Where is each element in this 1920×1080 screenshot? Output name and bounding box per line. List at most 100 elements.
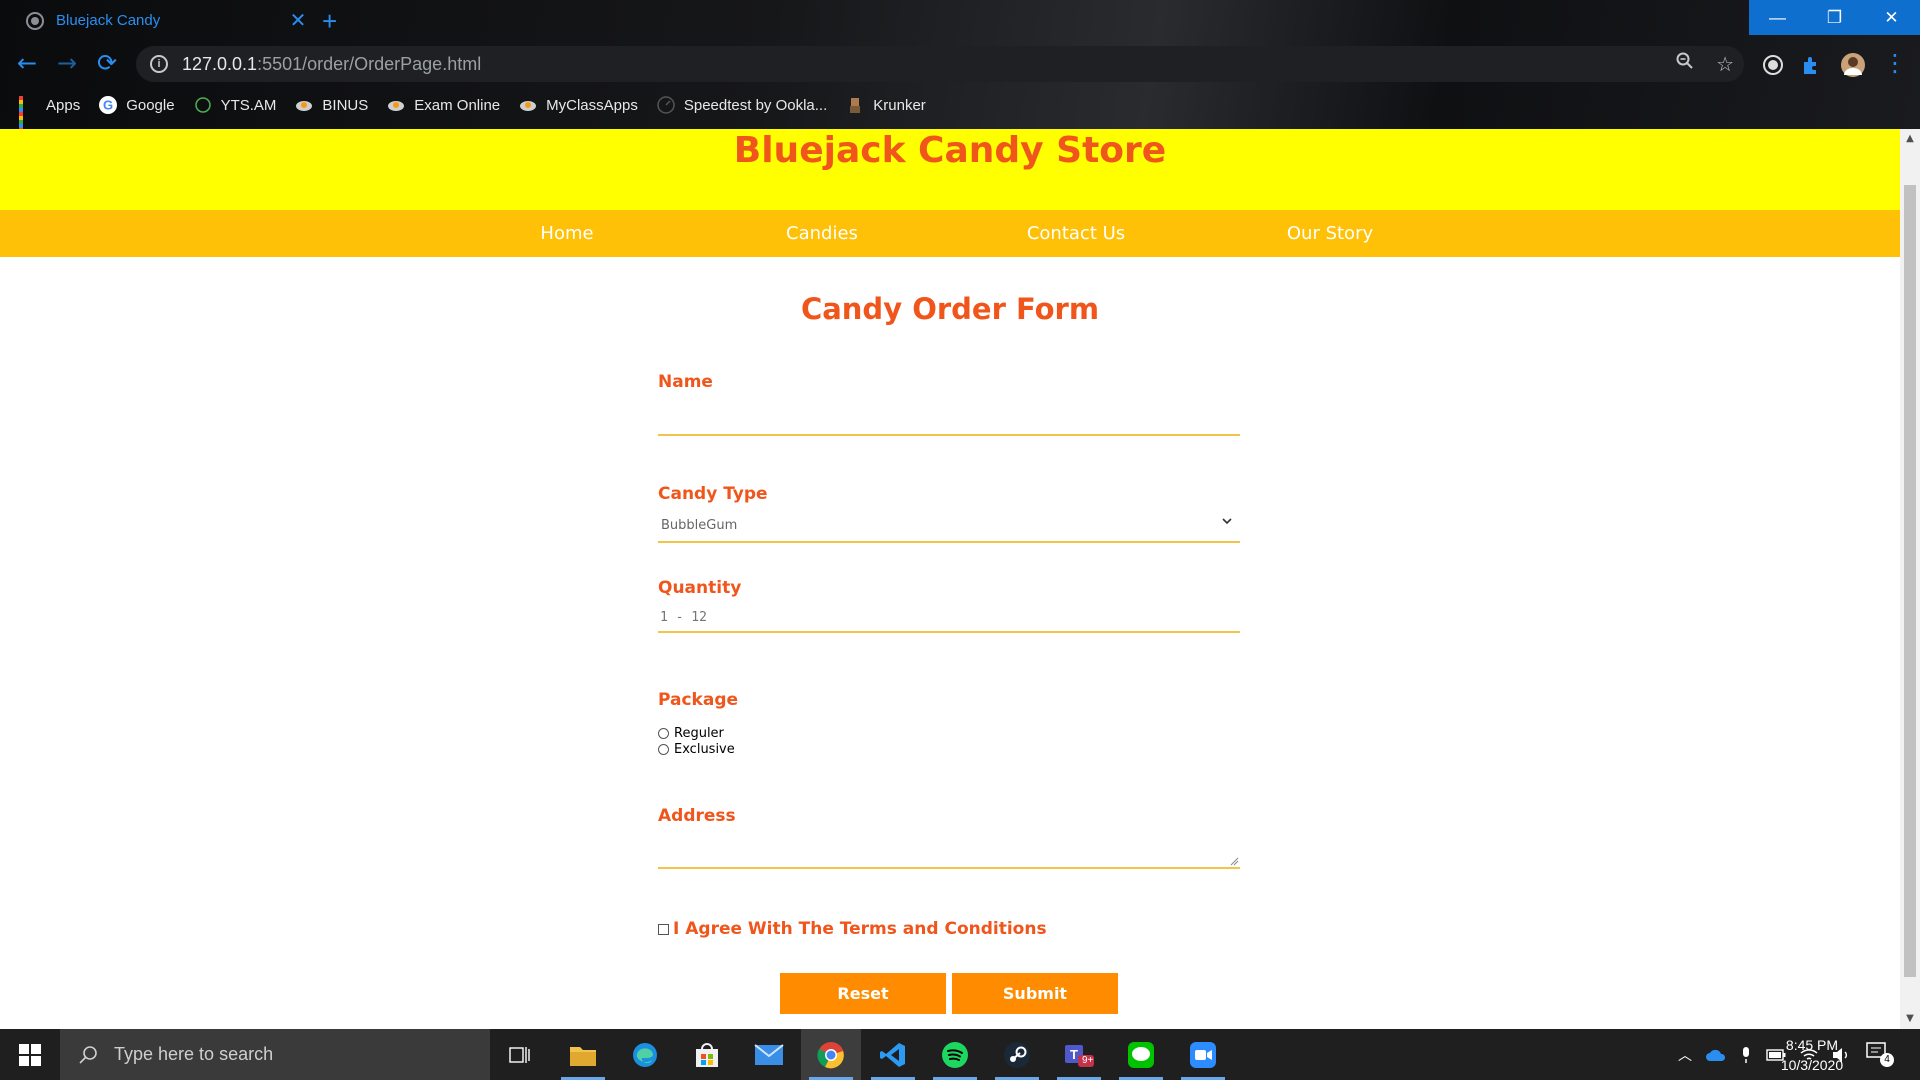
bookmark-label: Apps [46, 96, 81, 114]
menu-kebab-icon[interactable]: ⋮ [1880, 48, 1910, 78]
close-window-button[interactable]: ✕ [1863, 0, 1920, 35]
mail-app[interactable] [739, 1029, 799, 1080]
bookmark-label: Exam Online [414, 96, 501, 114]
zoom-app[interactable] [1173, 1029, 1233, 1080]
info-icon[interactable]: i [150, 55, 168, 73]
candy-type-select[interactable]: BubbleGum [658, 512, 1240, 543]
steam-app[interactable] [987, 1029, 1047, 1080]
microphone-icon[interactable] [1740, 1046, 1752, 1064]
krunker-icon [850, 98, 861, 113]
url-host: 127.0.0.1 [182, 53, 258, 74]
extension-record-icon[interactable] [1762, 54, 1784, 76]
zoom-icon[interactable] [1676, 52, 1694, 77]
file-explorer-app[interactable] [553, 1029, 613, 1080]
action-center-button[interactable]: 4 [1866, 1041, 1894, 1067]
store-bag-icon [696, 1042, 718, 1067]
quantity-input[interactable] [658, 603, 1240, 633]
bookmark-myclassapps[interactable]: MyClassApps [519, 96, 638, 114]
submit-button[interactable]: Submit [952, 973, 1118, 1014]
candy-type-value: BubbleGum [661, 518, 738, 533]
close-tab-icon[interactable]: ✕ [286, 8, 310, 33]
scroll-down-icon[interactable]: ▼ [1900, 1013, 1920, 1024]
clock-date: 10/3/2020 [1780, 1057, 1844, 1073]
line-app[interactable] [1111, 1029, 1171, 1080]
page-scrollbar[interactable]: ▲ ▼ [1900, 129, 1920, 1029]
bookmark-label: MyClassApps [546, 96, 638, 114]
vscode-app[interactable] [863, 1029, 923, 1080]
profile-avatar[interactable] [1840, 52, 1866, 78]
nav-candies[interactable]: Candies [722, 210, 922, 257]
scroll-up-icon[interactable]: ▲ [1900, 133, 1920, 144]
google-icon: G [99, 96, 118, 114]
url-path: :5501/order/OrderPage.html [257, 53, 482, 74]
bookmarks-bar: Apps G Google YTS.AM BINUS Exam Online M… [0, 90, 1920, 132]
windows-taskbar: Type here to search T 9+ ︿ 8:45 PM 10/3/… [0, 1029, 1920, 1080]
bookmark-binus[interactable]: BINUS [295, 96, 368, 114]
reload-icon[interactable]: ⟳ [92, 48, 122, 78]
bookmark-label: YTS.AM [220, 96, 277, 114]
package-option-exclusive[interactable]: Exclusive [658, 742, 735, 757]
package-label: Package [658, 690, 739, 710]
restore-button[interactable]: ❐ [1806, 0, 1863, 35]
yts-icon [194, 97, 211, 113]
spotify-app[interactable] [925, 1029, 985, 1080]
minimize-button[interactable]: — [1749, 0, 1806, 35]
bookmark-krunker[interactable]: Krunker [846, 96, 926, 114]
store-app[interactable] [677, 1029, 737, 1080]
bookmark-label: BINUS [322, 96, 369, 114]
address-bar[interactable]: i 127.0.0.1 :5501/order/OrderPage.html ☆ [136, 46, 1744, 82]
terms-label: I Agree With The Terms and Conditions [673, 919, 1047, 939]
edge-icon [633, 1042, 657, 1067]
svg-text:T: T [1070, 1047, 1078, 1062]
radio-button[interactable] [658, 728, 669, 739]
back-icon[interactable]: ← [12, 48, 42, 78]
vscode-icon [880, 1042, 905, 1067]
browser-tab[interactable]: Bluejack Candy ✕ [10, 0, 310, 41]
nav-home[interactable]: Home [467, 210, 667, 257]
bookmark-star-icon[interactable]: ☆ [1716, 52, 1734, 77]
browser-toolbar: ← → ⟳ i 127.0.0.1 :5501/order/OrderPage.… [0, 46, 1920, 82]
forward-icon[interactable]: → [52, 48, 82, 78]
bookmark-yts[interactable]: YTS.AM [194, 96, 277, 114]
tab-title: Bluejack Candy [56, 12, 161, 29]
bookmark-label: Google [126, 96, 175, 114]
extensions-puzzle-icon[interactable] [1800, 54, 1822, 76]
zoom-video-icon [1190, 1041, 1216, 1068]
bookmark-label: Krunker [873, 96, 926, 114]
chrome-app[interactable] [801, 1029, 861, 1080]
terms-checkbox[interactable] [658, 923, 669, 935]
task-view-button[interactable] [490, 1029, 550, 1080]
tray-chevron-up-icon[interactable]: ︿ [1678, 1045, 1692, 1065]
radio-button[interactable] [658, 744, 669, 755]
bookmark-speedtest[interactable]: Speedtest by Ookla... [657, 96, 827, 114]
taskbar-search[interactable]: Type here to search [60, 1029, 490, 1080]
package-option-reguler[interactable]: Reguler [658, 726, 724, 741]
address-label: Address [658, 806, 736, 826]
windows-start-button[interactable] [0, 1029, 60, 1080]
windows-logo-icon [19, 1043, 41, 1066]
bookmark-google[interactable]: G Google [99, 96, 175, 114]
resize-grip-icon[interactable] [1230, 857, 1239, 866]
name-input[interactable] [658, 402, 1240, 436]
nav-contact-us[interactable]: Contact Us [976, 210, 1176, 257]
spotify-icon [942, 1041, 968, 1068]
teams-app[interactable]: T 9+ [1049, 1029, 1109, 1080]
scrollbar-thumb[interactable] [1904, 185, 1916, 977]
bookmark-exam-online[interactable]: Exam Online [387, 96, 500, 114]
teams-badge: 9+ [1082, 1055, 1094, 1066]
taskbar-clock[interactable]: 8:45 PM 10/3/2020 [1762, 1035, 1862, 1075]
edge-app[interactable] [615, 1029, 675, 1080]
candy-type-label: Candy Type [658, 484, 768, 504]
bookmark-apps[interactable]: Apps [19, 96, 81, 132]
page-viewport: Bluejack Candy Store Home Candies Contac… [0, 129, 1900, 1029]
notification-count: 4 [1880, 1053, 1894, 1067]
speedtest-icon [657, 96, 675, 114]
binus-icon [296, 101, 313, 111]
terms-checkbox-row[interactable]: I Agree With The Terms and Conditions [658, 919, 1047, 939]
new-tab-button[interactable]: + [322, 6, 337, 37]
mail-icon [754, 1043, 784, 1065]
reset-button[interactable]: Reset [780, 973, 946, 1014]
nav-our-story[interactable]: Our Story [1230, 210, 1430, 257]
onedrive-cloud-icon[interactable] [1706, 1048, 1726, 1062]
address-textarea[interactable] [658, 829, 1240, 869]
